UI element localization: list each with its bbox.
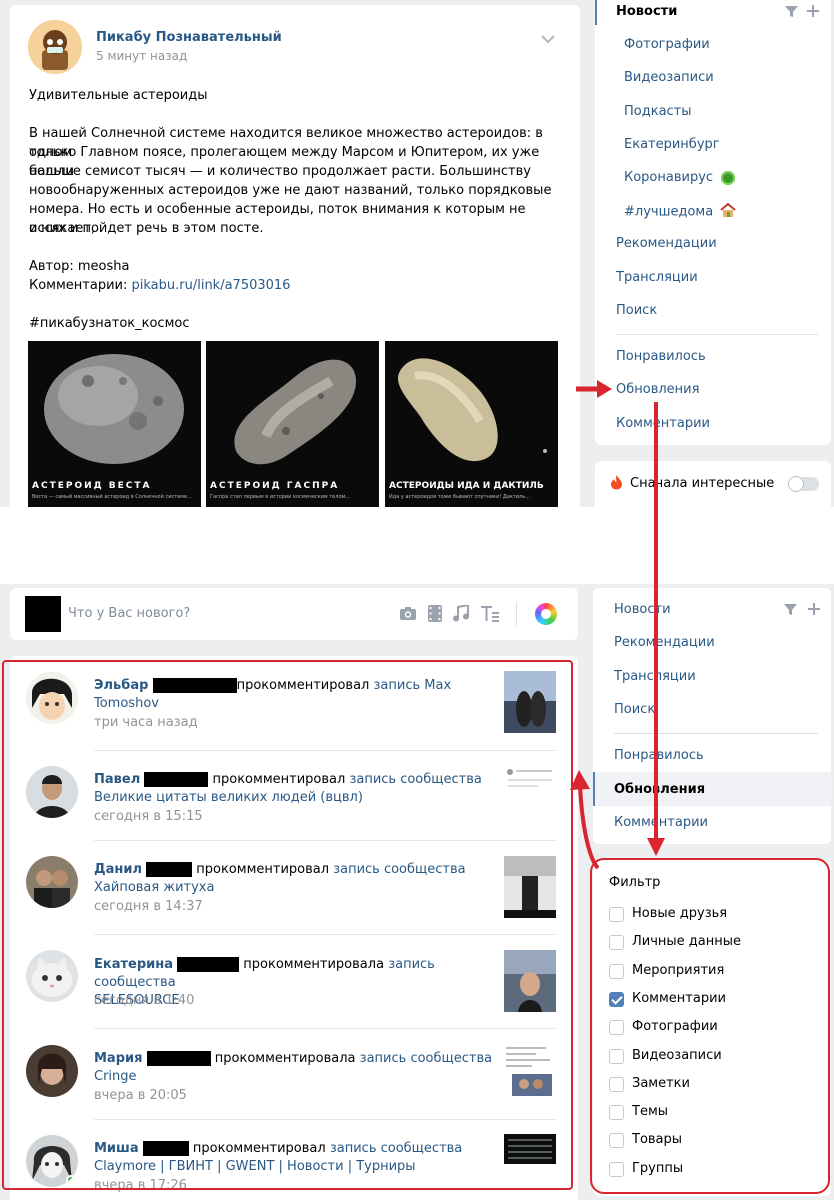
annotation-arrows xyxy=(570,380,665,870)
